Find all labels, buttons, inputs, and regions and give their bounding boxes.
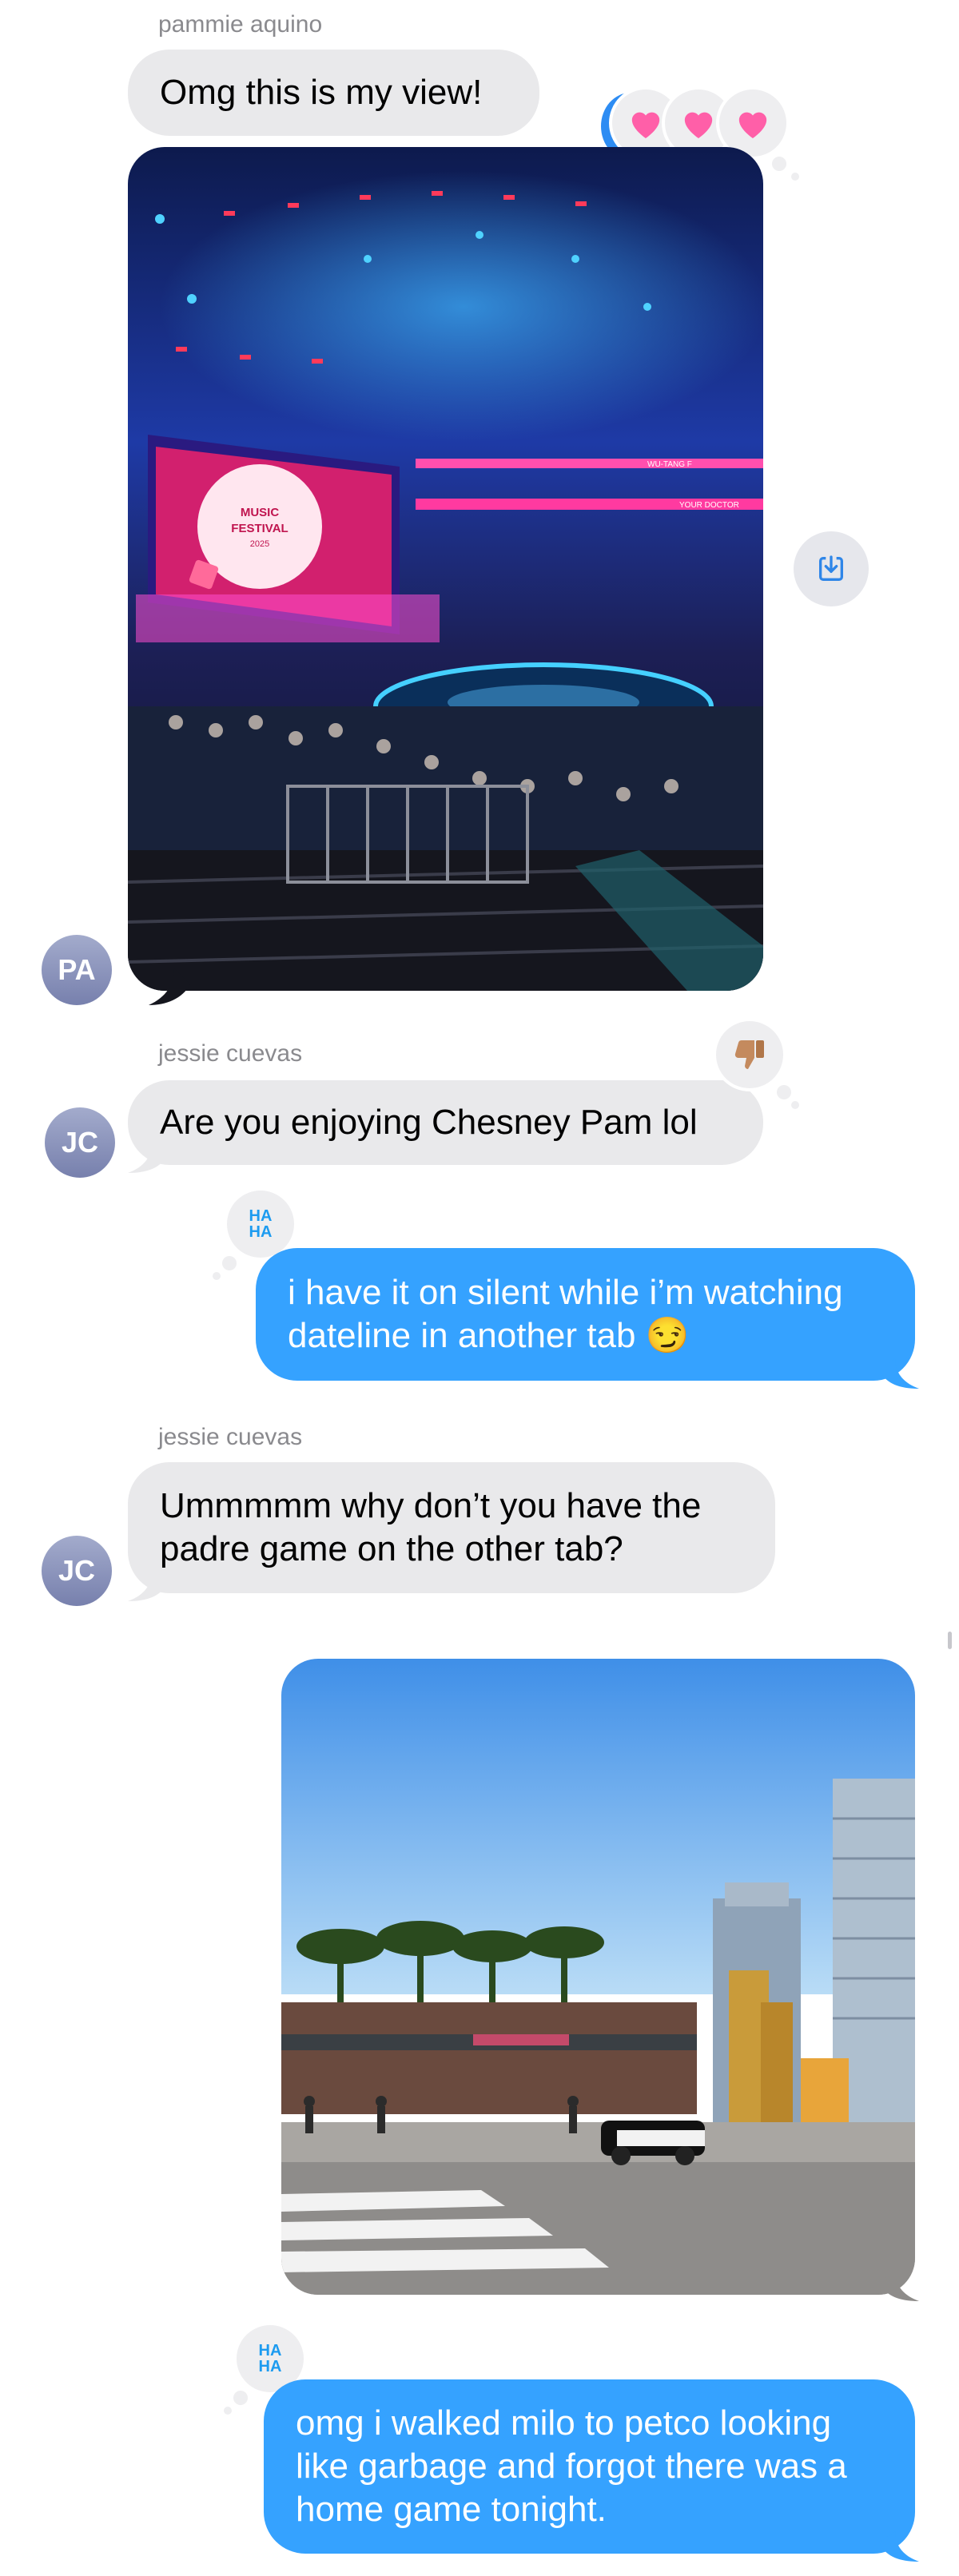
bubble-tail [149, 968, 190, 1005]
heart-icon [684, 112, 713, 139]
haha-icon: HA HA [258, 2342, 282, 2375]
message-text: home game tonight. [296, 2490, 607, 2529]
screen-text: FESTIVAL [231, 522, 288, 535]
message-text: Ummmmm why don’t you have the [160, 1486, 702, 1525]
download-icon [819, 555, 843, 581]
screen-text: MUSIC [241, 506, 280, 519]
avatar-initials: PA [58, 953, 96, 986]
banner-text: WU-TANG F [647, 460, 692, 469]
tapback-tail [222, 1256, 237, 1270]
message-text: like garbage and forgot there was a [296, 2447, 847, 2486]
thumbs-down-icon [734, 1040, 764, 1069]
tapback-tail [233, 2391, 248, 2405]
message-text: padre game on the other tab? [160, 1529, 623, 1568]
bubble-tail [879, 2531, 919, 2562]
tapback-tail [777, 1085, 791, 1099]
message-bubble-outgoing[interactable]: omg i walked milo to petco looking like … [264, 2379, 915, 2554]
message-bubble[interactable]: Omg this is my view! [128, 50, 539, 136]
tapback-tail [224, 2407, 232, 2415]
save-photo-button[interactable] [794, 531, 869, 606]
bubble-tail [128, 1143, 168, 1173]
message-text: omg i walked milo to petco looking [296, 2403, 832, 2443]
thumbs-down-tapback[interactable] [713, 1018, 801, 1109]
avatar[interactable]: JC [42, 1536, 112, 1606]
message-text: i have it on silent while i’m watching [288, 1273, 843, 1312]
concert-photo[interactable]: WU-TANG F YOUR DOCTOR MUSIC FESTIVAL 202… [128, 147, 763, 991]
heart-icon [738, 112, 767, 139]
screen-text: 2025 [250, 539, 269, 549]
message-bubble[interactable]: Ummmmm why don’t you have the padre game… [128, 1462, 775, 1593]
tapback-tail [791, 1101, 799, 1109]
heart-icon [631, 112, 660, 139]
scrollbar[interactable] [948, 1632, 952, 1649]
tapback [713, 1018, 786, 1091]
street-photo[interactable] [281, 1659, 915, 2295]
banner-text: YOUR DOCTOR [679, 501, 739, 510]
sender-name: jessie cuevas [158, 1040, 303, 1067]
message-bubble[interactable]: Are you enjoying Chesney Pam lol [128, 1080, 763, 1165]
sender-name: pammie aquino [158, 11, 323, 38]
tapback-tail [213, 1272, 221, 1280]
bubble-tail [879, 2271, 919, 2301]
haha-icon: HA HA [249, 1207, 273, 1241]
bubble-tail [879, 1358, 919, 1389]
message-bubble-outgoing[interactable]: i have it on silent while i’m watching d… [256, 1248, 915, 1381]
message-text: dateline in another tab 😏 [288, 1316, 690, 1355]
tapback-tail [772, 157, 786, 171]
avatar-initials: JC [58, 1554, 96, 1587]
message-text: Omg this is my view! [160, 73, 483, 112]
message-text: Are you enjoying Chesney Pam lol [160, 1103, 698, 1142]
avatar-initials: JC [61, 1126, 99, 1159]
sender-name: jessie cuevas [158, 1424, 303, 1450]
avatar[interactable]: JC [45, 1107, 115, 1178]
tapback-tail [791, 173, 799, 181]
avatar[interactable]: PA [42, 935, 112, 1005]
bubble-tail [128, 1571, 168, 1601]
